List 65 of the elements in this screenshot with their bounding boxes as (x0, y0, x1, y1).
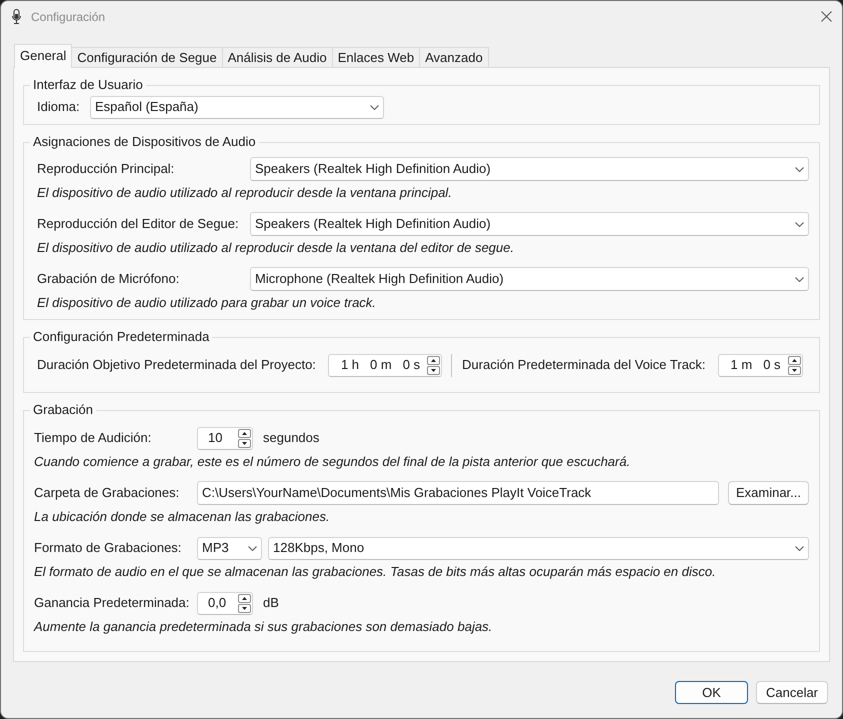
field-label: Carpeta de Grabaciones: (34, 485, 180, 501)
unit-label: segundos (263, 430, 320, 446)
tab[interactable]: Configuración de Segue (71, 47, 223, 67)
help-text: El dispositivo de audio utilizado para grabar un voice track. (37, 295, 377, 311)
chevron-down-icon (370, 104, 379, 110)
browse-button[interactable]: Examinar... (728, 481, 809, 505)
dropdown[interactable]: Microphone (Realtek High Definition Audio) (250, 267, 809, 291)
chevron-down-icon (795, 276, 804, 282)
help-text: Cuando comience a grabar, este es el número de segundos del final de la pista anterior que escuchará. (34, 454, 632, 470)
path-field[interactable]: C:\Users\YourName\Documents\Mis Grabaciones PlayIt VoiceTrack (197, 481, 719, 505)
tab[interactable]: General (14, 44, 72, 68)
field-label: Idioma: (37, 99, 81, 115)
dropdown[interactable]: Speakers (Realtek High Definition Audio) (250, 212, 809, 236)
spin-box[interactable]: 10 (197, 426, 253, 450)
spin-down-button[interactable] (238, 604, 251, 612)
field-label: Reproducción Principal: (37, 161, 176, 177)
group-title: Configuración Predeterminada (33, 329, 210, 344)
dropdown[interactable]: 128Kbps, Mono (268, 536, 809, 560)
chevron-down-icon (795, 546, 804, 550)
chevron-down-icon (795, 222, 804, 226)
spin-box[interactable]: 1 h 0 m 0 s (328, 354, 442, 376)
ok-button[interactable]: OK (675, 681, 748, 704)
dropdown[interactable]: Español (España) (90, 96, 384, 118)
group-title: Interfaz de Usuario (33, 77, 143, 92)
spin-up-button[interactable] (238, 428, 251, 438)
help-text: El dispositivo de audio utilizado al reproducir desde la ventana del editor de segue. (37, 240, 515, 256)
spin-down-button[interactable] (788, 366, 801, 374)
up-triangle-icon (242, 596, 247, 600)
spin-down-button[interactable] (427, 366, 440, 374)
cancel-button[interactable]: Cancelar (756, 681, 828, 704)
field-label: Formato de Grabaciones: (34, 540, 182, 556)
spin-box[interactable]: 0,0 (197, 592, 253, 614)
help-text: La ubicación donde se almacenan las grabaciones. (34, 509, 331, 525)
spin-up-button[interactable] (427, 356, 440, 364)
spin-box[interactable]: 1 m 0 s (718, 354, 803, 376)
down-triangle-icon (242, 606, 247, 610)
unit-label: dB (263, 595, 279, 611)
group-title: Grabación (33, 402, 93, 417)
dropdown[interactable]: Speakers (Realtek High Definition Audio) (250, 157, 809, 181)
field-label: Ganancia Predeterminada: (34, 595, 190, 611)
up-triangle-icon (242, 432, 247, 434)
field-label: Reproducción del Editor de Segue: (37, 216, 240, 232)
tab[interactable]: Avanzado (419, 47, 489, 67)
spin-down-button[interactable] (238, 438, 251, 448)
down-triangle-icon (242, 442, 247, 444)
help-text: El formato de audio en el que se almacenan las grabaciones. Tasas de bits más altas ocuparán más espacio en disco. (34, 564, 717, 580)
field-label: Duración Predeterminada del Voice Track: (462, 357, 706, 373)
spin-up-button[interactable] (788, 356, 801, 364)
field-label: Duración Objetivo Predeterminada del Proyecto: (37, 357, 316, 373)
field-label: Tiempo de Audición: (34, 430, 152, 446)
chevron-down-icon (795, 166, 804, 172)
group-title: Asignaciones de Dispositivos de Audio (33, 134, 256, 149)
microphone-icon (12, 8, 21, 24)
help-text: El dispositivo de audio utilizado al reproducir desde la ventana principal. (37, 185, 453, 201)
field-label: Grabación de Micrófono: (37, 271, 180, 287)
up-triangle-icon (431, 358, 436, 362)
up-triangle-icon (792, 358, 797, 362)
chevron-down-icon (248, 546, 257, 550)
down-triangle-icon (431, 368, 436, 372)
down-triangle-icon (792, 368, 797, 372)
spin-up-button[interactable] (238, 594, 251, 602)
dropdown[interactable]: MP3 (197, 536, 262, 560)
help-text: Aumente la ganancia predeterminada si sus grabaciones son demasiado bajas. (34, 619, 494, 635)
close-icon[interactable] (821, 11, 832, 22)
window-title: Configuración (31, 8, 106, 24)
